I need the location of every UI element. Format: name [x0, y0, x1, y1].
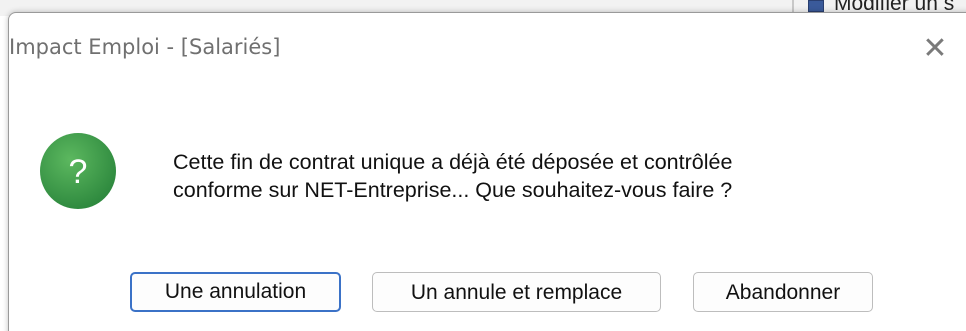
- dialog-body: ? Cette fin de contrat unique a déjà été…: [9, 89, 966, 331]
- dialog-title: Impact Emploi - [Salariés]: [9, 35, 281, 59]
- cancellation-button[interactable]: Une annulation: [130, 272, 341, 312]
- dialog-message: Cette fin de contrat unique a déjà été d…: [173, 148, 732, 204]
- message-line-1: Cette fin de contrat unique a déjà été d…: [173, 150, 733, 174]
- abandon-button[interactable]: Abandonner: [693, 272, 873, 312]
- question-mark-glyph: ?: [69, 153, 88, 191]
- question-icon: ?: [40, 133, 116, 209]
- cancel-and-replace-button[interactable]: Un annule et remplace: [372, 272, 661, 312]
- background-app-icon: [808, 0, 824, 12]
- screen: Modifier un s Impact Emploi - [Salariés]…: [0, 0, 966, 331]
- close-button[interactable]: ✕: [912, 27, 958, 73]
- message-line-2: conforme sur NET-Entreprise... Que souha…: [173, 178, 733, 202]
- dialog-titlebar: Impact Emploi - [Salariés] ✕: [9, 13, 966, 89]
- close-icon: ✕: [922, 32, 948, 65]
- message-dialog: Impact Emploi - [Salariés] ✕ ? Cette fin…: [8, 12, 966, 331]
